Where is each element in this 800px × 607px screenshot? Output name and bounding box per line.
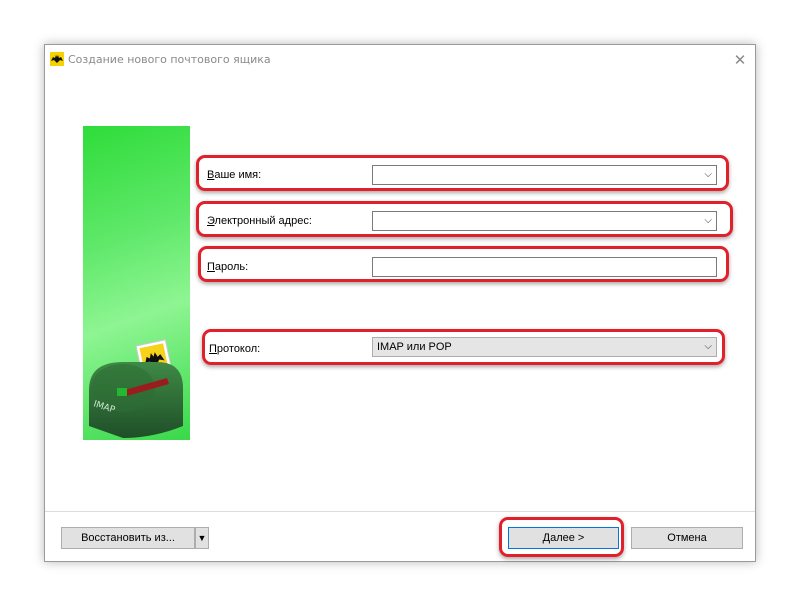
close-icon[interactable]: ✕	[729, 49, 751, 71]
next-button[interactable]: Далее >	[508, 527, 619, 549]
cancel-button[interactable]: Отмена	[631, 527, 743, 549]
password-field[interactable]	[372, 257, 717, 277]
name-combobox[interactable]: ⌵	[372, 165, 717, 185]
dropdown-arrow-icon[interactable]: ▼	[195, 527, 209, 549]
protocol-value: IMAP или POP	[377, 341, 452, 353]
chevron-down-icon[interactable]: ⌵	[704, 212, 712, 230]
chevron-down-icon[interactable]: ⌵	[704, 338, 712, 356]
window-title: Создание нового почтового ящика	[68, 53, 271, 66]
footer-divider	[45, 511, 755, 512]
dialog-window: Создание нового почтового ящика ✕ IMAP В…	[44, 44, 756, 562]
name-label: Ваше имя:	[207, 169, 262, 181]
protocol-label: Протокол:	[209, 343, 261, 355]
dialog-content: IMAP Ваше имя: ⌵ Электронный адрес: ⌵ Па…	[45, 75, 755, 561]
side-illustration: IMAP	[83, 126, 190, 440]
email-combobox[interactable]: ⌵	[372, 211, 717, 231]
mailbox-icon: IMAP	[89, 339, 183, 438]
bat-icon	[50, 52, 64, 66]
email-label: Электронный адрес:	[207, 215, 312, 227]
password-label: Пароль:	[207, 261, 249, 273]
chevron-down-icon[interactable]: ⌵	[704, 166, 712, 184]
protocol-select[interactable]: IMAP или POP ⌵	[372, 337, 717, 357]
restore-from-button[interactable]: Восстановить из...	[61, 527, 195, 549]
title-bar[interactable]: Создание нового почтового ящика ✕	[45, 45, 755, 75]
